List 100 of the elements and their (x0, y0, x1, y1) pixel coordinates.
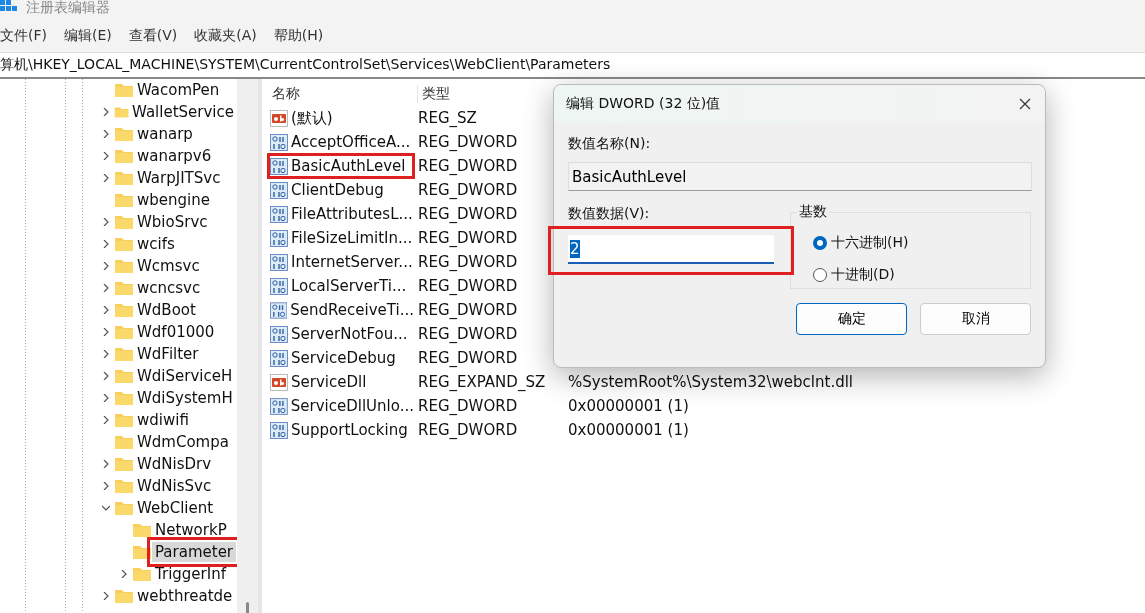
binary-value-icon (270, 397, 288, 415)
expand-icon[interactable] (120, 570, 128, 578)
value-name[interactable]: ServiceDebug (291, 349, 396, 367)
tree-item[interactable]: WdiSystemH (134, 388, 236, 408)
expand-icon[interactable] (102, 592, 110, 600)
tree-item[interactable]: WdNisSvc (134, 476, 215, 496)
value-name[interactable]: ClientDebug (291, 181, 384, 199)
tree-item[interactable]: WalletService (129, 102, 237, 122)
tree-item[interactable]: Wcmsvc (134, 256, 203, 276)
value-name[interactable]: SendReceiveTi... (290, 301, 414, 319)
value-data: 0x00000001 (1) (568, 421, 689, 439)
expand-icon[interactable] (102, 152, 110, 160)
menu-item[interactable]: 文件(F) (0, 27, 64, 45)
tree-item[interactable]: wcifs (134, 234, 178, 254)
tree-item[interactable]: wdiwifi (134, 410, 192, 430)
scrollbar[interactable] (237, 79, 258, 613)
menu-item[interactable]: 编辑(E) (64, 27, 129, 45)
expand-icon[interactable] (102, 262, 110, 270)
value-type: REG_DWORD (417, 157, 519, 175)
binary-value-icon (270, 229, 288, 247)
value-name[interactable]: (默认) (291, 108, 333, 128)
expand-icon[interactable] (102, 240, 110, 248)
expand-icon[interactable] (102, 306, 110, 314)
menu-item[interactable]: 收藏夹(A) (194, 27, 274, 45)
value-name-field[interactable]: BasicAuthLevel (568, 162, 1032, 191)
value-name[interactable]: ServiceDllUnlo... (290, 397, 414, 415)
tree-item[interactable]: WebClient (134, 498, 217, 518)
tree-item[interactable]: wbengine (134, 190, 213, 210)
menu-item[interactable]: 查看(V) (128, 27, 195, 45)
cancel-button[interactable]: 取消 (920, 303, 1031, 335)
expand-icon[interactable] (102, 482, 110, 490)
dialog-title: 编辑 DWORD (32 位)值 (566, 95, 721, 113)
expand-icon[interactable] (102, 350, 110, 358)
tree-item[interactable]: WacomPen (134, 80, 223, 100)
column-header[interactable]: 名称 (268, 85, 418, 103)
value-name[interactable]: SupportLocking (291, 421, 408, 439)
field-label: 数值名称(N): (568, 135, 652, 153)
radio-label[interactable]: 十进制(D) (831, 266, 895, 284)
folder-icon (114, 500, 134, 516)
folder-icon (114, 170, 134, 186)
tree-item[interactable]: WdFilter (134, 344, 202, 364)
expand-icon[interactable] (102, 394, 110, 402)
value-type: REG_DWORD (417, 325, 519, 343)
value-name[interactable]: BasicAuthLevel (291, 157, 406, 175)
binary-value-icon (270, 349, 288, 367)
tree-item[interactable]: WdBoot (134, 300, 199, 320)
radio-label[interactable]: 十六进制(H) (831, 234, 909, 252)
expand-icon[interactable] (102, 328, 110, 336)
binary-value-icon (270, 325, 288, 343)
expand-icon[interactable] (102, 218, 110, 226)
folder-icon (114, 390, 134, 406)
tree-item[interactable]: wcncsvc (134, 278, 204, 298)
value-name[interactable]: InternetServer... (291, 253, 413, 271)
tree-item[interactable]: WdmCompa (134, 432, 232, 452)
tree-item[interactable]: wanarpv6 (134, 146, 215, 166)
value-type: REG_SZ (417, 109, 478, 127)
expand-icon[interactable] (102, 372, 110, 380)
value-data: %SystemRoot%\System32\webclnt.dll (568, 373, 853, 391)
tree-item[interactable]: NetworkP (152, 520, 230, 540)
tree-item[interactable]: webthreatde (134, 586, 236, 606)
value-type: REG_DWORD (417, 229, 519, 247)
expand-icon[interactable] (102, 174, 110, 182)
folder-icon (114, 126, 134, 142)
registry-app-icon (0, 0, 18, 14)
value-name[interactable]: LocalServerTi... (291, 277, 407, 295)
expand-icon[interactable] (102, 460, 110, 468)
ok-button[interactable]: 确定 (796, 303, 907, 335)
field-label: 数值数据(V): (568, 205, 651, 223)
expand-icon[interactable] (102, 130, 110, 138)
tree-item[interactable]: WbioSrvc (134, 212, 211, 232)
address-bar[interactable]: 算机\HKEY_LOCAL_MACHINE\SYSTEM\CurrentControlSet\Services\WebClient\Parameters (0, 52, 1145, 79)
window-title: 注册表编辑器 (26, 0, 110, 14)
tree-item[interactable]: wanarp (134, 124, 196, 144)
value-name[interactable]: AcceptOfficeA... (291, 133, 411, 151)
value-name[interactable]: ServiceDll (291, 373, 367, 391)
tree-item[interactable]: WdNisDrv (134, 454, 215, 474)
value-type: REG_DWORD (417, 253, 519, 271)
value-name[interactable]: ServerNotFou... (291, 325, 408, 343)
expand-icon[interactable] (102, 108, 110, 116)
binary-value-icon (270, 277, 288, 295)
value-type: REG_DWORD (417, 205, 519, 223)
tree-item[interactable]: WdiServiceH (134, 366, 236, 386)
tree-item[interactable]: TriggerInf (152, 564, 229, 584)
value-name[interactable]: FileAttributesL... (291, 205, 413, 223)
binary-value-icon (270, 133, 288, 151)
binary-value-icon (270, 421, 288, 439)
tree-item[interactable]: WarpJITSvc (134, 168, 224, 188)
folder-icon (114, 346, 134, 362)
tree-item[interactable]: Wdf01000 (134, 322, 218, 342)
value-data-field[interactable]: 2 (568, 235, 774, 264)
expand-icon[interactable] (102, 416, 110, 424)
menu-item[interactable]: 帮助(H) (273, 27, 341, 45)
value-name[interactable]: FileSizeLimitIn... (291, 229, 413, 247)
radio-button[interactable] (813, 236, 827, 250)
radio-button[interactable] (813, 268, 827, 282)
folder-icon (114, 478, 134, 494)
folder-icon (114, 302, 134, 318)
collapse-icon[interactable] (102, 504, 110, 512)
expand-icon[interactable] (102, 284, 110, 292)
folder-icon (114, 258, 134, 274)
